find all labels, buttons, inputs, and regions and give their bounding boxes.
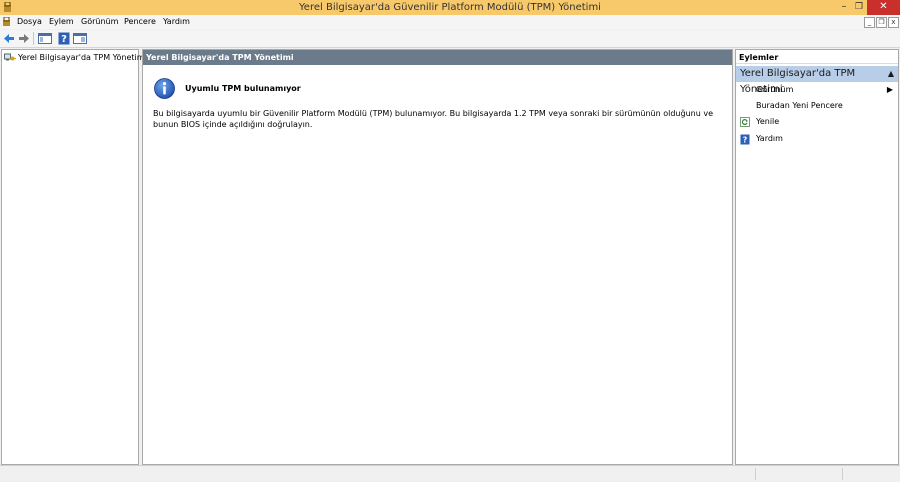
info-message: Bu bilgisayarda uyumlu bir Güvenilir Pla… [153, 109, 713, 129]
status-divider [755, 468, 757, 480]
actions-pane: Eylemler Yerel Bilgisayar'da TPM Yönetim… [735, 49, 899, 465]
action-gorunum[interactable]: Görünüm ▶ [736, 83, 898, 97]
computer-key-icon [4, 53, 16, 61]
action-label: Görünüm [756, 85, 794, 94]
action-label: Yenile [756, 117, 780, 126]
status-divider [842, 468, 844, 480]
actions-header: Eylemler [736, 50, 898, 64]
mdi-restore-button[interactable]: ❐ [876, 17, 887, 28]
help-icon[interactable]: ? [58, 32, 70, 45]
tree-item-label: Yerel Bilgisayar'da TPM Yönetimi [18, 53, 147, 62]
close-button[interactable]: ✕ [867, 0, 900, 15]
menu-pencere[interactable]: Pencere [124, 15, 156, 29]
svg-text:?: ? [743, 136, 748, 145]
status-bar [0, 465, 900, 482]
submenu-arrow-icon: ▶ [886, 85, 893, 94]
title-bar[interactable]: Yerel Bilgisayar'da Güvenilir Platform M… [0, 0, 900, 15]
collapse-up-icon[interactable]: ▲ [888, 66, 894, 82]
mdi-minimize-button[interactable]: _ [864, 17, 875, 28]
action-label: Yardım [756, 134, 783, 143]
menu-gorunum[interactable]: Görünüm [81, 15, 118, 29]
info-title: Uyumlu TPM bulunamıyor [185, 84, 301, 93]
result-pane: Yerel Bilgisayar'da TPM Yönetimi Uyumlu … [142, 49, 733, 465]
result-pane-header: Yerel Bilgisayar'da TPM Yönetimi [143, 50, 732, 65]
console-tree-pane: Yerel Bilgisayar'da TPM Yönetimi [1, 49, 147, 465]
action-help[interactable]: ? Yardım [736, 132, 898, 146]
refresh-icon [740, 117, 750, 127]
menu-yardim[interactable]: Yardım [163, 15, 190, 29]
svg-text:?: ? [61, 34, 67, 45]
toolbar-separator [33, 32, 34, 45]
menu-dosya[interactable]: Dosya [17, 15, 42, 29]
info-icon [154, 78, 175, 99]
action-new-window[interactable]: Buradan Yeni Pencere [736, 99, 898, 113]
document-icon[interactable] [2, 17, 11, 27]
menu-bar: Dosya Eylem Görünüm Pencere Yardım _ ❐ x [0, 15, 900, 29]
help-icon: ? [740, 134, 750, 145]
forward-icon[interactable] [18, 32, 30, 45]
action-pane-icon[interactable] [73, 32, 87, 45]
toolbar: ? [0, 30, 900, 48]
menu-eylem[interactable]: Eylem [49, 15, 74, 29]
window-title: Yerel Bilgisayar'da Güvenilir Platform M… [299, 2, 601, 13]
action-label: Buradan Yeni Pencere [756, 101, 843, 110]
back-icon[interactable] [3, 32, 15, 45]
console-tree-icon[interactable] [38, 32, 52, 45]
actions-section-tpm[interactable]: Yerel Bilgisayar'da TPM Yönetimi ▲ [736, 66, 898, 95]
action-refresh[interactable]: Yenile [736, 115, 898, 129]
mdi-close-button[interactable]: x [888, 17, 899, 28]
